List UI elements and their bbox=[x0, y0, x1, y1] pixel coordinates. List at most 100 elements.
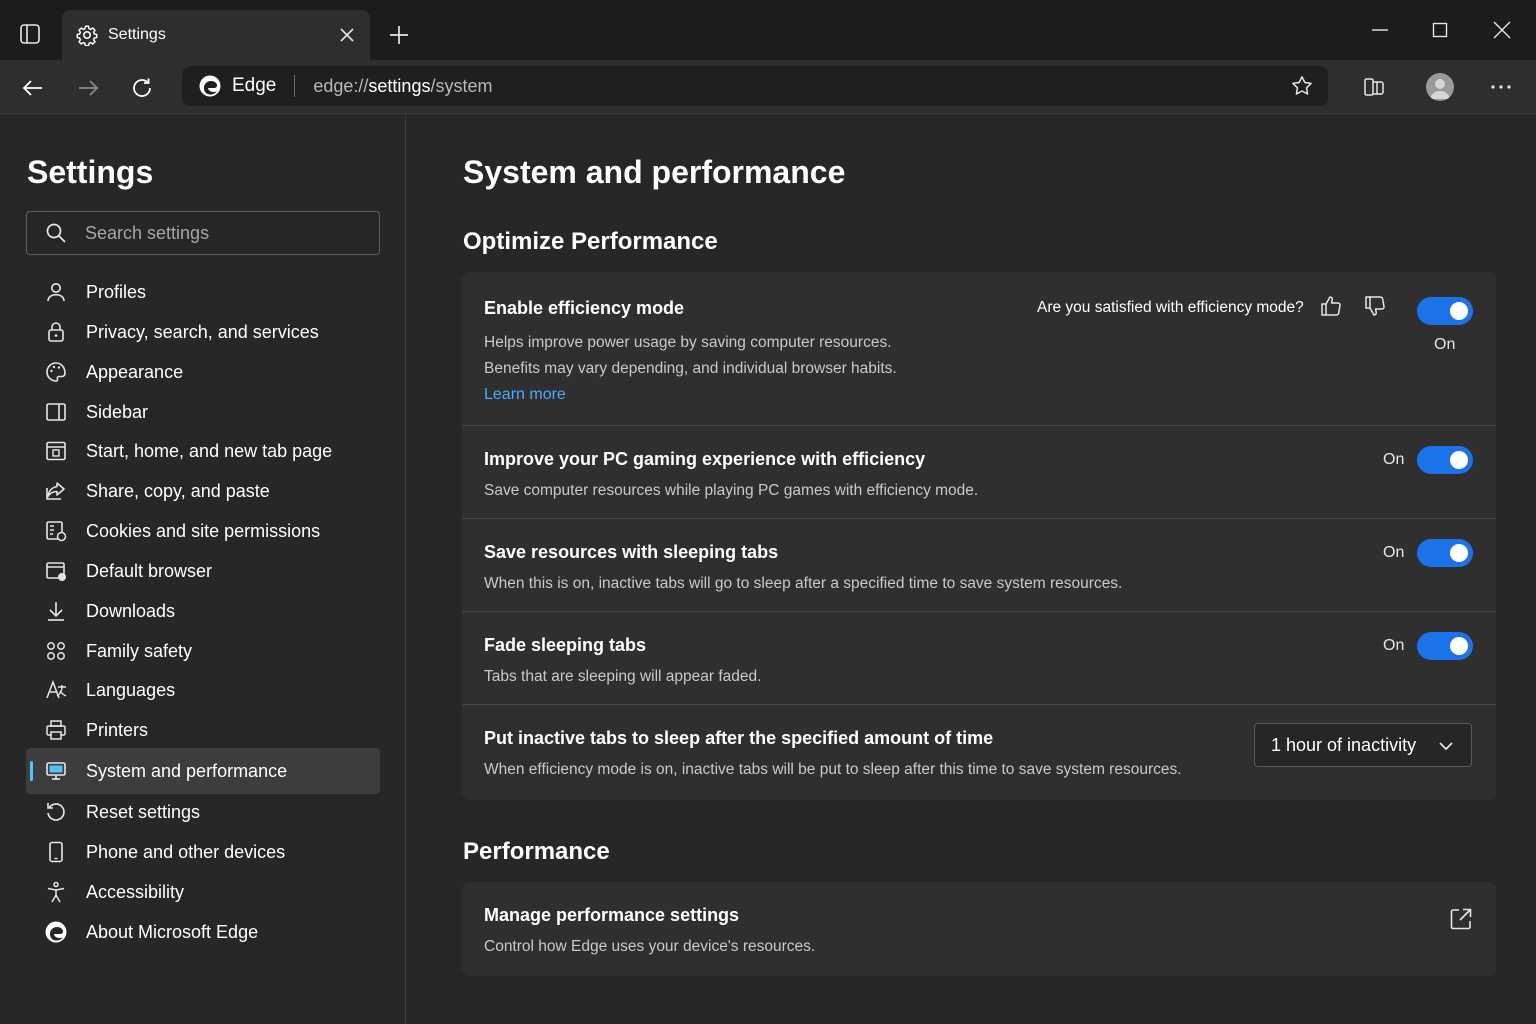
external-link-icon[interactable] bbox=[1448, 906, 1474, 932]
forward-button[interactable] bbox=[72, 72, 104, 104]
omnibox-divider bbox=[294, 75, 296, 97]
efficiency-feedback-question: Are you satisfied with efficiency mode? bbox=[1037, 299, 1304, 316]
split-screen-button[interactable] bbox=[1357, 70, 1391, 104]
sidebar-item-family-safety[interactable]: Family safety bbox=[26, 631, 380, 671]
sidebar-item-about-edge[interactable]: About Microsoft Edge bbox=[26, 912, 380, 952]
more-button[interactable] bbox=[1484, 70, 1518, 104]
tab-actions-button[interactable] bbox=[12, 18, 48, 50]
sidebar-item-phone-devices[interactable]: Phone and other devices bbox=[26, 832, 380, 872]
sidebar-item-label: Phone and other devices bbox=[86, 841, 286, 862]
sleeping-tabs-toggle[interactable] bbox=[1417, 539, 1473, 567]
sidebar-item-profiles[interactable]: Profiles bbox=[26, 272, 380, 312]
sidebar-item-printers[interactable]: Printers bbox=[26, 710, 380, 750]
download-icon bbox=[44, 599, 68, 623]
sidebar-item-label: Downloads bbox=[86, 600, 176, 621]
search-input[interactable] bbox=[85, 222, 355, 244]
refresh-button[interactable] bbox=[126, 72, 158, 104]
printer-icon bbox=[44, 718, 68, 742]
sidebar-item-share[interactable]: Share, copy, and paste bbox=[26, 471, 380, 511]
cookies-icon bbox=[44, 519, 68, 543]
home-tab-icon bbox=[44, 439, 68, 463]
palette-icon bbox=[44, 360, 68, 384]
sidebar-item-label: Reset settings bbox=[86, 802, 201, 823]
maximize-icon bbox=[1432, 22, 1448, 38]
toggle-knob bbox=[1450, 451, 1468, 469]
sidebar-item-default-browser[interactable]: Default browser bbox=[26, 551, 380, 591]
optimize-performance-heading: Optimize Performance bbox=[463, 228, 718, 255]
arrow-left-icon bbox=[22, 80, 42, 96]
sleep-timer-dropdown[interactable]: 1 hour of inactivity bbox=[1254, 723, 1472, 767]
sidebar-title: Settings bbox=[27, 154, 154, 190]
performance-heading: Performance bbox=[463, 838, 610, 865]
sleeping-tabs-description: When this is on, inactive tabs will go t… bbox=[484, 575, 1123, 592]
sleeping-tabs-state: On bbox=[1383, 544, 1405, 561]
settings-content: System and performance Optimize Performa… bbox=[407, 114, 1536, 1024]
close-window-button[interactable] bbox=[1484, 14, 1520, 46]
sleeping-tabs-row: Save resources with sleeping tabs When t… bbox=[462, 519, 1496, 612]
plus-icon bbox=[390, 26, 408, 44]
profile-button[interactable] bbox=[1423, 70, 1457, 104]
family-icon bbox=[44, 639, 68, 663]
new-tab-button[interactable] bbox=[384, 20, 414, 50]
sidebar-item-downloads[interactable]: Downloads bbox=[26, 591, 380, 631]
sidebar-item-languages[interactable]: Languages bbox=[26, 670, 380, 710]
fade-sleeping-tabs-toggle[interactable] bbox=[1417, 632, 1473, 660]
back-button[interactable] bbox=[17, 72, 49, 104]
sidebar-item-accessibility[interactable]: Accessibility bbox=[26, 872, 380, 912]
sidebar-item-start-home[interactable]: Start, home, and new tab page bbox=[26, 431, 380, 471]
toggle-knob bbox=[1450, 544, 1468, 562]
gaming-efficiency-toggle[interactable] bbox=[1417, 446, 1473, 474]
sidebar-item-label: Accessibility bbox=[86, 881, 185, 902]
more-icon bbox=[1491, 85, 1511, 89]
learn-more-link[interactable]: Learn more bbox=[484, 386, 566, 403]
toggle-knob bbox=[1450, 637, 1468, 655]
sidebar-item-reset-settings[interactable]: Reset settings bbox=[26, 792, 380, 832]
sleep-timer-row: Put inactive tabs to sleep after the spe… bbox=[462, 705, 1496, 800]
phone-icon bbox=[44, 840, 68, 864]
sidebar-item-appearance[interactable]: Appearance bbox=[26, 352, 380, 392]
sleep-timer-selected: 1 hour of inactivity bbox=[1271, 734, 1417, 755]
efficiency-mode-toggle[interactable] bbox=[1417, 297, 1473, 325]
star-icon bbox=[1292, 76, 1312, 95]
fade-sleeping-tabs-title: Fade sleeping tabs bbox=[484, 635, 647, 655]
refresh-icon bbox=[133, 78, 151, 97]
fade-sleeping-tabs-row: Fade sleeping tabs Tabs that are sleepin… bbox=[462, 612, 1496, 705]
thumbs-up-icon bbox=[1321, 296, 1341, 316]
minimize-button[interactable] bbox=[1362, 14, 1398, 46]
accessibility-icon bbox=[44, 880, 68, 904]
thumbs-up-button[interactable] bbox=[1317, 292, 1345, 320]
gear-icon bbox=[76, 24, 98, 46]
sidebar-item-privacy[interactable]: Privacy, search, and services bbox=[26, 312, 380, 352]
edge-logo-icon bbox=[198, 74, 222, 98]
settings-nav: Profiles Privacy, search, and services A… bbox=[26, 272, 380, 952]
sidebar-item-label: Printers bbox=[86, 720, 149, 741]
sidebar-item-label: Appearance bbox=[86, 361, 184, 382]
performance-card[interactable]: Manage performance settings Control how … bbox=[462, 882, 1496, 976]
gaming-efficiency-description: Save computer resources while playing PC… bbox=[484, 482, 979, 499]
sidebar-item-label: About Microsoft Edge bbox=[86, 921, 259, 942]
share-icon bbox=[44, 479, 68, 503]
manage-performance-description: Control how Edge uses your device's reso… bbox=[484, 938, 816, 955]
settings-tab[interactable]: Settings bbox=[62, 10, 370, 60]
title-bar: Settings bbox=[0, 0, 1536, 60]
gaming-efficiency-title: Improve your PC gaming experience with e… bbox=[484, 449, 926, 469]
browser-toolbar: Edge edge://settings/system bbox=[0, 60, 1536, 114]
favorite-button[interactable] bbox=[1290, 74, 1314, 98]
manage-performance-title: Manage performance settings bbox=[484, 905, 740, 925]
address-bar[interactable]: Edge edge://settings/system bbox=[182, 66, 1328, 106]
close-tab-button[interactable] bbox=[336, 24, 358, 46]
efficiency-mode-row: Enable efficiency mode Helps improve pow… bbox=[462, 272, 1496, 426]
maximize-button[interactable] bbox=[1422, 14, 1458, 46]
thumbs-down-button[interactable] bbox=[1361, 292, 1389, 320]
sidebar-item-label: Share, copy, and paste bbox=[86, 481, 270, 502]
browser-icon bbox=[44, 559, 68, 583]
sidebar-item-label: Start, home, and new tab page bbox=[86, 441, 333, 462]
sidebar-item-cookies[interactable]: Cookies and site permissions bbox=[26, 511, 380, 551]
sidebar-item-system-performance[interactable]: System and performance bbox=[26, 748, 380, 795]
url-text[interactable]: edge://settings/system bbox=[313, 76, 492, 97]
thumbs-down-icon bbox=[1365, 296, 1385, 316]
sidebar-item-sidebar[interactable]: Sidebar bbox=[26, 392, 380, 432]
search-settings-box[interactable] bbox=[26, 211, 380, 255]
reset-icon bbox=[44, 800, 68, 824]
tab-title: Settings bbox=[108, 26, 166, 43]
